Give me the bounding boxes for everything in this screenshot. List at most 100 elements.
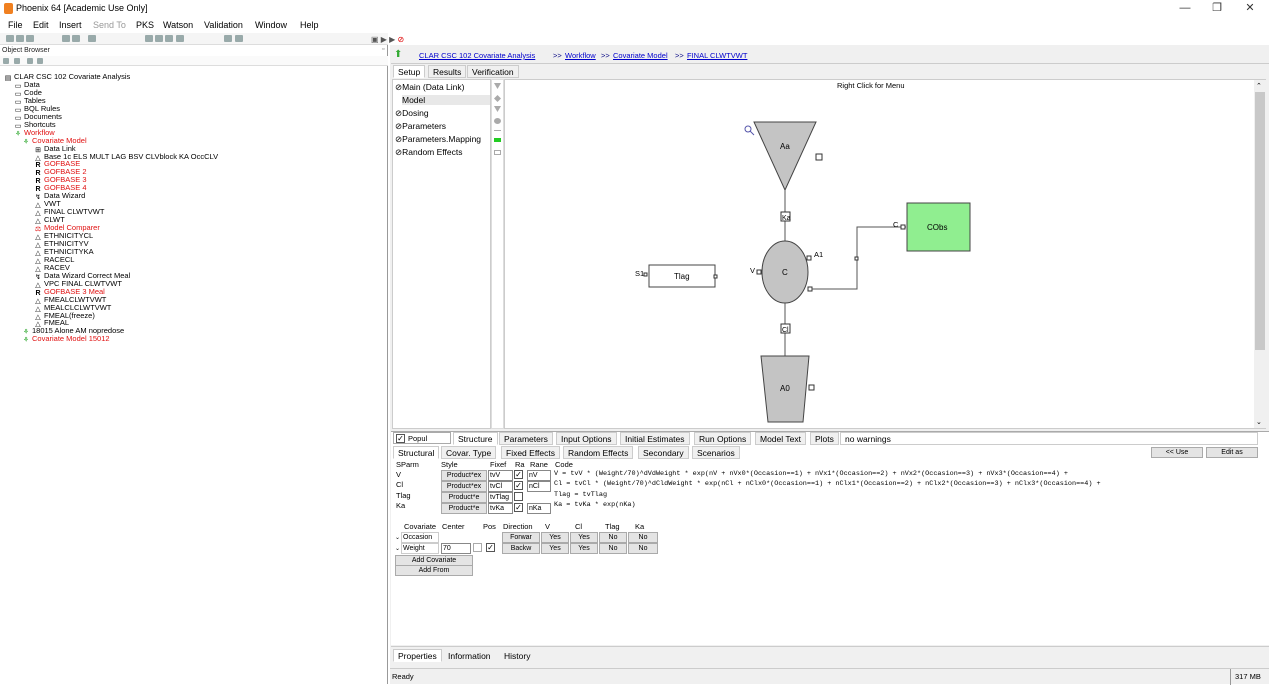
close-button[interactable]: ✕ xyxy=(1233,0,1267,18)
up-arrow-icon[interactable]: ⬆ xyxy=(394,49,402,60)
canvas-scroll-thumb[interactable] xyxy=(1255,92,1265,350)
unlink-icon[interactable] xyxy=(37,58,43,64)
a0-handle[interactable] xyxy=(808,384,815,391)
s1-handle[interactable] xyxy=(643,272,648,277)
model-diagram-canvas[interactable]: Right Click for Menu Aa Ka C A1 V C CObs… xyxy=(504,79,1266,429)
style-dropdown-v[interactable]: Product*ex xyxy=(441,470,487,481)
close-tab-icon[interactable] xyxy=(235,35,243,42)
absorption-compartment-aa[interactable] xyxy=(753,121,817,192)
menu-validation[interactable]: Validation xyxy=(204,20,243,30)
tab-plots[interactable]: Plots xyxy=(810,432,839,445)
tab-structural[interactable]: Structural xyxy=(393,446,440,459)
breadcrumb-project[interactable]: CLAR CSC 102 Covariate Analysis xyxy=(419,51,535,60)
compartment-shape-icon[interactable] xyxy=(494,83,501,89)
minimize-button[interactable]: — xyxy=(1168,0,1202,18)
expand-icon[interactable] xyxy=(3,58,9,64)
pin-icon[interactable]: ▫ xyxy=(382,46,384,53)
rane-input-cl[interactable]: nCl xyxy=(527,481,551,492)
tab-run-options[interactable]: Run Options xyxy=(694,432,752,445)
zoom-icon[interactable] xyxy=(744,125,755,136)
fixef-input-tlag[interactable]: tvTlag xyxy=(488,492,513,503)
popul-toggle[interactable]: ✓ Popul xyxy=(393,432,451,444)
ran-checkbox-cl[interactable]: ✓ xyxy=(514,481,523,490)
a1-handle[interactable] xyxy=(806,255,812,261)
paste-icon[interactable] xyxy=(165,35,173,42)
tab-structure[interactable]: Structure xyxy=(453,432,498,445)
chevron-down-icon[interactable]: ⌄ xyxy=(395,534,400,541)
ran-checkbox-ka[interactable]: ✓ xyxy=(514,503,523,512)
tab-random-effects[interactable]: Random Effects xyxy=(563,446,634,459)
box-shape-icon[interactable] xyxy=(494,150,501,155)
occasion-v-toggle[interactable]: Yes xyxy=(541,532,569,543)
weight-cl-toggle[interactable]: Yes xyxy=(570,543,598,554)
delete-icon[interactable] xyxy=(176,35,184,42)
menu-window[interactable]: Window xyxy=(255,20,287,30)
tlag-output-handle[interactable] xyxy=(713,274,718,279)
use-button[interactable]: << Use xyxy=(1151,447,1203,458)
setup-item-parameters[interactable]: ⊘Parameters xyxy=(395,121,446,132)
menu-send-to[interactable]: Send To xyxy=(93,20,126,30)
copy-object-icon[interactable] xyxy=(88,35,96,42)
open-icon[interactable] xyxy=(16,35,24,42)
weight-tlag-toggle[interactable]: No xyxy=(599,543,627,554)
menu-file[interactable]: File xyxy=(8,20,23,30)
elimination-shape-icon[interactable] xyxy=(494,106,501,112)
pos-checkbox-weight[interactable]: ✓ xyxy=(486,543,495,552)
setup-item-parameters-mapping[interactable]: ⊘Parameters.Mapping xyxy=(395,134,481,145)
center-option-weight[interactable] xyxy=(473,543,482,552)
tab-properties[interactable]: Properties xyxy=(393,649,442,662)
diamond-shape-icon[interactable] xyxy=(494,95,501,102)
add-from-button[interactable]: Add From xyxy=(395,565,473,576)
tree-node[interactable]: ▤ CLAR CSC 102 Covariate Analysis xyxy=(4,73,131,83)
weight-ka-toggle[interactable]: No xyxy=(628,543,658,554)
occasion-tlag-toggle[interactable]: No xyxy=(599,532,627,543)
menu-pks[interactable]: PKS xyxy=(136,20,154,30)
weight-v-toggle[interactable]: Yes xyxy=(541,543,569,554)
tab-setup[interactable]: Setup xyxy=(393,65,426,78)
v-handle[interactable] xyxy=(756,269,762,275)
rane-input-ka[interactable]: nKa xyxy=(527,503,551,514)
occasion-ka-toggle[interactable]: No xyxy=(628,532,658,543)
tab-results[interactable]: Results xyxy=(428,65,467,78)
direction-occasion[interactable]: Forwar xyxy=(502,532,540,543)
fixef-input-ka[interactable]: tvKa xyxy=(488,503,513,514)
cut-icon[interactable] xyxy=(145,35,153,42)
tab-initial-estimates[interactable]: Initial Estimates xyxy=(620,432,690,445)
style-dropdown-cl[interactable]: Product*ex xyxy=(441,481,487,492)
ran-checkbox-v[interactable]: ✓ xyxy=(514,470,523,479)
breadcrumb-covariate-model[interactable]: Covariate Model xyxy=(613,51,668,60)
popul-checkbox[interactable]: ✓ xyxy=(396,434,405,443)
tab-parameters[interactable]: Parameters xyxy=(499,432,553,445)
menu-help[interactable]: Help xyxy=(300,20,319,30)
setup-item-main[interactable]: ⊘Main (Data Link) xyxy=(395,82,464,93)
observation-shape-icon[interactable] xyxy=(494,138,501,142)
aa-handle[interactable] xyxy=(815,153,823,161)
covariate-name-occasion[interactable]: Occasion xyxy=(401,532,439,543)
tab-input-options[interactable]: Input Options xyxy=(556,432,617,445)
tab-verification[interactable]: Verification xyxy=(467,65,519,78)
setup-item-dosing[interactable]: ⊘Dosing xyxy=(395,108,429,119)
menu-insert[interactable]: Insert xyxy=(59,20,82,30)
new-icon[interactable] xyxy=(6,35,14,42)
import-icon[interactable] xyxy=(62,35,70,42)
style-dropdown-ka[interactable]: Product*e xyxy=(441,503,487,514)
tab-secondary[interactable]: Secondary xyxy=(638,446,689,459)
central-shape-icon[interactable] xyxy=(494,118,501,124)
tab-covar-type[interactable]: Covar. Type xyxy=(441,446,497,459)
fixef-input-v[interactable]: tvV xyxy=(488,470,513,481)
export-icon[interactable] xyxy=(72,35,80,42)
style-dropdown-tlag[interactable]: Product*e xyxy=(441,492,487,503)
execute-icon[interactable]: ▣ ▶ ▶ ⊘ xyxy=(371,35,404,44)
center-input-weight[interactable]: 70 xyxy=(441,543,471,554)
fixef-input-cl[interactable]: tvCl xyxy=(488,481,513,492)
undo-icon[interactable] xyxy=(224,35,232,42)
copy-icon[interactable] xyxy=(155,35,163,42)
link-icon[interactable] xyxy=(27,58,33,64)
tab-scenarios[interactable]: Scenarios xyxy=(692,446,740,459)
breadcrumb-final[interactable]: FINAL CLWTVWT xyxy=(687,51,747,60)
maximize-button[interactable]: ❐ xyxy=(1200,0,1234,18)
scroll-up-icon[interactable]: ⌃ xyxy=(1256,82,1262,90)
c-output-handle[interactable] xyxy=(807,286,813,292)
chevron-down-icon[interactable]: ⌄ xyxy=(395,545,400,552)
tab-model-text[interactable]: Model Text xyxy=(755,432,806,445)
